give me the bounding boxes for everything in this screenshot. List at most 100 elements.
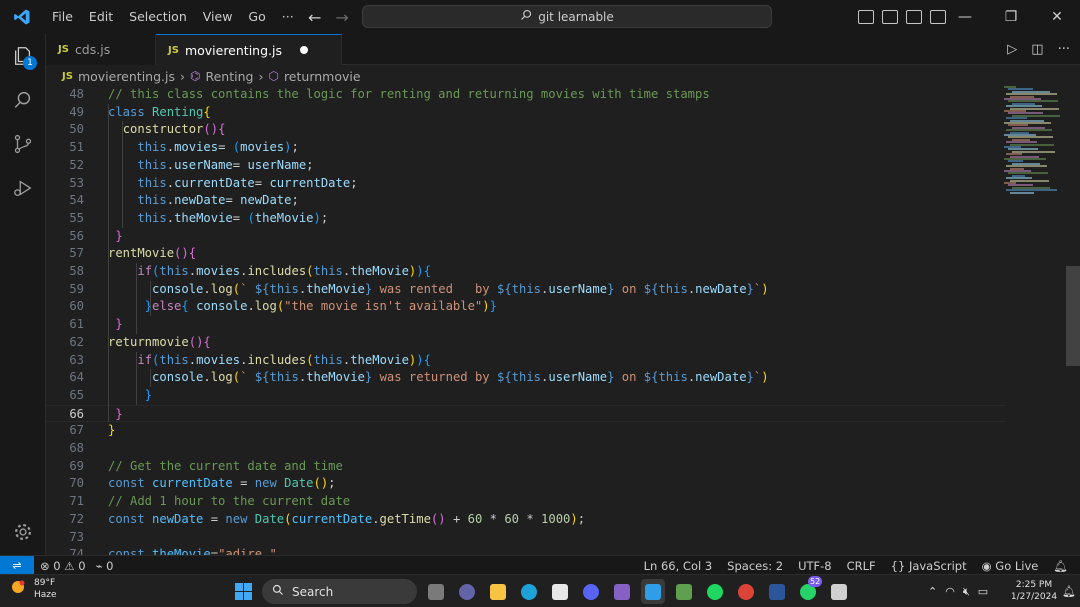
line-number: 70 xyxy=(69,476,84,491)
code-line[interactable]: 65 } xyxy=(46,387,1006,405)
menu-selection[interactable]: Selection xyxy=(121,0,195,34)
close-button[interactable]: ✕ xyxy=(1034,0,1080,34)
remote-indicator-icon[interactable]: ⇌ xyxy=(0,556,34,575)
restore-button[interactable]: ❐ xyxy=(988,0,1034,34)
code-editor[interactable]: 48 // this class contains the logic for r… xyxy=(46,86,1080,555)
breadcrumb-method[interactable]: returnmovie xyxy=(284,69,361,84)
line-number: 74 xyxy=(69,547,84,555)
code-line[interactable]: 50 constructor(){ xyxy=(46,121,1006,139)
command-center[interactable]: git learnable xyxy=(362,5,772,28)
code-line[interactable]: 52 this.userName= userName; xyxy=(46,157,1006,175)
source-control-icon[interactable] xyxy=(0,122,46,166)
more-actions-icon[interactable]: ··· xyxy=(1058,42,1070,57)
code-line[interactable]: 64 console.log(` ${this.theMovie} was re… xyxy=(46,369,1006,387)
warning-count: 0 xyxy=(78,558,86,573)
snipping-tool-icon[interactable] xyxy=(827,579,851,604)
language-mode[interactable]: {} JavaScript xyxy=(891,559,967,573)
whatsapp-icon[interactable]: 52 xyxy=(796,576,823,604)
word-icon[interactable] xyxy=(765,579,789,604)
code-line[interactable]: 54 this.newDate= newDate; xyxy=(46,192,1006,210)
code-line[interactable]: 72 const newDate = new Date(currentDate.g… xyxy=(46,511,1006,529)
code-line[interactable]: 67} xyxy=(46,422,1006,440)
line-code: const theMovie="adire " xyxy=(108,547,277,555)
notifications-bell-icon[interactable]: 🔔︎ xyxy=(1053,559,1068,573)
menu-go[interactable]: Go xyxy=(240,0,273,34)
line-endings[interactable]: CRLF xyxy=(847,559,876,573)
settings-gear-icon[interactable] xyxy=(0,510,46,554)
line-code: this.movies= (movies); xyxy=(137,140,299,155)
taskbar-search[interactable]: Search xyxy=(262,579,417,604)
encoding[interactable]: UTF-8 xyxy=(798,559,832,573)
wifi-icon[interactable]: ◠ xyxy=(945,585,955,598)
minimize-button[interactable]: — xyxy=(942,0,988,34)
toggle-primary-sidebar-icon[interactable] xyxy=(858,10,874,24)
task-view-icon[interactable] xyxy=(424,579,448,604)
minimap[interactable] xyxy=(1004,86,1066,196)
volume-muted-icon[interactable]: 🔇︎ xyxy=(963,585,970,599)
toggle-secondary-sidebar-icon[interactable] xyxy=(906,10,922,24)
code-line[interactable]: 59 console.log(` ${this.theMovie} was re… xyxy=(46,281,1006,299)
tab-cds-js[interactable]: JS cds.js xyxy=(46,34,156,65)
code-line[interactable]: 61 } xyxy=(46,316,1006,334)
code-line[interactable]: 49 class Renting{ xyxy=(46,104,1006,122)
code-line[interactable]: 68 xyxy=(46,440,1006,458)
code-line[interactable]: 63 if(this.movies.includes(this.theMovie… xyxy=(46,352,1006,370)
teams-chat-icon[interactable] xyxy=(455,579,479,604)
code-line[interactable]: 73 xyxy=(46,529,1006,547)
chrome-icon[interactable] xyxy=(734,579,758,604)
code-line[interactable]: 69 // Get the current date and time xyxy=(46,458,1006,476)
code-line[interactable]: 60 }else{ console.log("the movie isn't a… xyxy=(46,298,1006,316)
back-arrow-icon[interactable]: ← xyxy=(308,8,321,27)
indentation[interactable]: Spaces: 2 xyxy=(727,559,783,573)
problems-indicator[interactable]: ⊗ 0 ⚠ 0 xyxy=(40,559,86,573)
unsaved-dot-icon[interactable] xyxy=(300,46,308,54)
explorer-icon[interactable]: 1 xyxy=(0,34,46,78)
code-line[interactable]: 57 rentMovie(){ xyxy=(46,245,1006,263)
code-line[interactable]: 48 // this class contains the logic for r… xyxy=(46,86,1006,104)
discord-icon[interactable] xyxy=(579,579,603,604)
nodejs-icon[interactable] xyxy=(672,579,696,604)
code-line[interactable]: 71 // Add 1 hour to the current date xyxy=(46,493,1006,511)
line-code: console.log(` ${this.theMovie} was rente… xyxy=(152,281,769,296)
code-line[interactable]: 74 const theMovie="adire " xyxy=(46,546,1006,555)
vscode-taskbar-icon[interactable] xyxy=(641,579,665,604)
ports-indicator[interactable]: ⌁ 0 xyxy=(96,559,114,573)
code-line[interactable]: 56 } xyxy=(46,228,1006,246)
search-view-icon[interactable] xyxy=(0,78,46,122)
microsoft-store-icon[interactable] xyxy=(548,579,572,604)
tray-chevron-up-icon[interactable]: ⌃ xyxy=(928,585,937,598)
file-explorer-icon[interactable] xyxy=(486,579,510,604)
menu-more[interactable]: ··· xyxy=(274,0,302,34)
code-line[interactable]: 55 this.theMovie= (theMovie); xyxy=(46,210,1006,228)
weather-widget[interactable]: 89°F Haze xyxy=(8,577,57,601)
code-line[interactable]: 66 } xyxy=(46,404,1006,423)
tab-movierenting-js[interactable]: JS movierenting.js xyxy=(156,34,342,65)
breadcrumb-class[interactable]: Renting xyxy=(205,69,253,84)
breadcrumb-file[interactable]: movierenting.js xyxy=(78,69,175,84)
notification-center-icon[interactable]: 🔔︎ xyxy=(1062,585,1076,598)
menu-edit[interactable]: Edit xyxy=(81,0,121,34)
menu-file[interactable]: File xyxy=(44,0,81,34)
run-debug-icon[interactable] xyxy=(0,166,46,210)
edge-browser-icon[interactable] xyxy=(517,579,541,604)
go-live-button[interactable]: ◉ Go Live xyxy=(982,559,1039,573)
run-file-icon[interactable]: ▷ xyxy=(1007,42,1017,57)
line-number: 63 xyxy=(69,352,84,367)
code-line[interactable]: 58 if(this.movies.includes(this.theMovie… xyxy=(46,263,1006,281)
cursor-position[interactable]: Ln 66, Col 3 xyxy=(644,559,713,573)
scroll-thumb[interactable] xyxy=(1066,266,1080,366)
toggle-panel-icon[interactable] xyxy=(882,10,898,24)
spotify-icon[interactable] xyxy=(703,579,727,604)
visual-studio-icon[interactable] xyxy=(610,579,634,604)
editor-scrollbar[interactable] xyxy=(1066,86,1080,555)
battery-icon[interactable]: ▭ xyxy=(978,585,988,598)
system-clock[interactable]: 2:25 PM 1/27/2024 xyxy=(1008,579,1060,603)
code-line[interactable]: 70 const currentDate = new Date(); xyxy=(46,475,1006,493)
forward-arrow-icon[interactable]: → xyxy=(335,8,348,27)
code-line[interactable]: 51 this.movies= (movies); xyxy=(46,139,1006,157)
split-editor-icon[interactable]: ◫ xyxy=(1031,42,1043,57)
menu-view[interactable]: View xyxy=(195,0,241,34)
code-line[interactable]: 62 returnmovie(){ xyxy=(46,334,1006,352)
code-line[interactable]: 53 this.currentDate= currentDate; xyxy=(46,175,1006,193)
start-button[interactable] xyxy=(235,583,252,600)
